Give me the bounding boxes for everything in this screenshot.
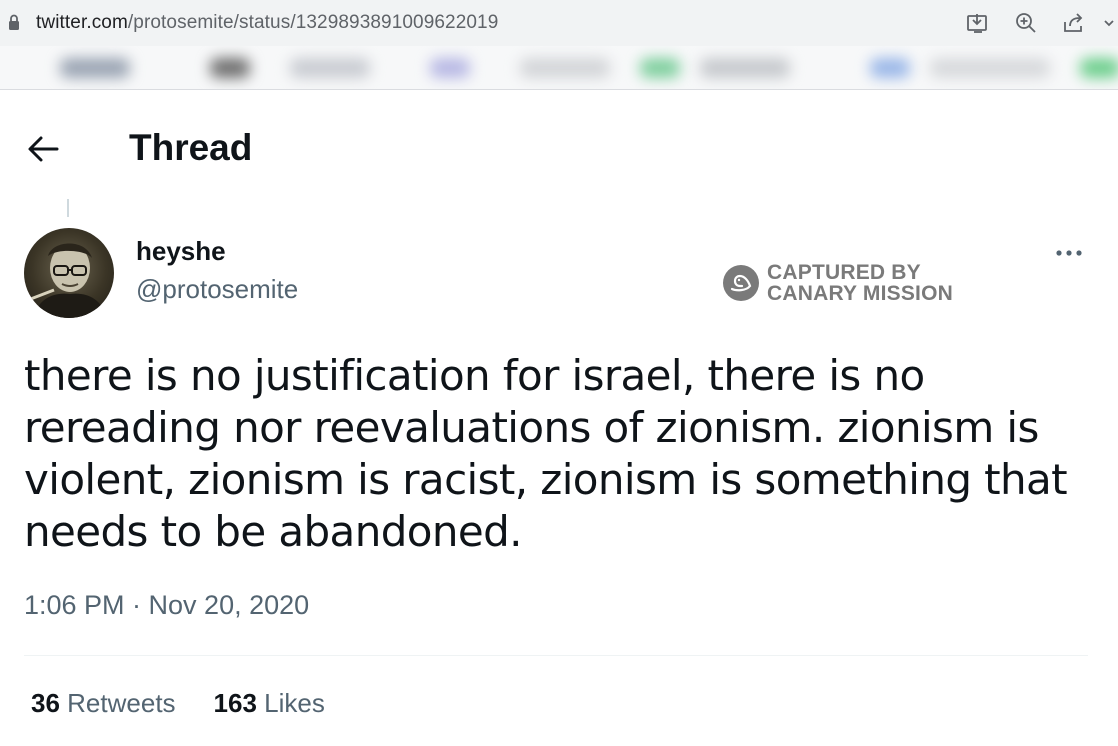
url-domain: twitter.com [36,12,128,33]
divider [24,655,1088,656]
retweets-stat[interactable]: 36 Retweets [31,688,176,719]
tweet-text: there is no justification for israel, th… [24,351,1068,556]
share-icon[interactable] [1050,10,1098,36]
likes-count: 163 [213,688,257,718]
more-options-icon[interactable] [1054,246,1084,260]
tweet-stats: 36 Retweets 163 Likes [31,688,363,719]
bookmarks-bar [0,46,1118,90]
page-title: Thread [129,127,253,168]
watermark: CAPTURED BY CANARY MISSION [722,262,953,304]
url-field[interactable]: twitter.com/protosemite/status/132989389… [36,12,498,34]
zoom-icon[interactable] [1002,10,1050,36]
retweets-label: Retweets [67,688,176,718]
url-path: /protosemite/status/1329893891009622019 [127,12,499,33]
likes-stat[interactable]: 163 Likes [214,688,325,719]
browser-address-bar: twitter.com/protosemite/status/132989389… [0,0,1118,46]
watermark-line-2: CANARY MISSION [767,282,953,305]
more-browser-icon[interactable] [1098,10,1118,36]
back-arrow-icon[interactable] [26,134,60,164]
tweet-timestamp[interactable]: 1:06 PM · Nov 20, 2020 [24,590,309,621]
thread-connector-line [67,199,69,217]
canary-logo-icon [723,265,759,301]
install-app-icon[interactable] [954,10,1002,36]
user-handle[interactable]: @protosemite [136,274,298,305]
display-name[interactable]: heyshe [136,236,226,267]
retweets-count: 36 [31,688,60,718]
avatar[interactable] [24,228,114,318]
watermark-line-1: CAPTURED BY [767,261,921,284]
likes-label: Likes [264,688,325,718]
lock-icon [9,14,19,30]
